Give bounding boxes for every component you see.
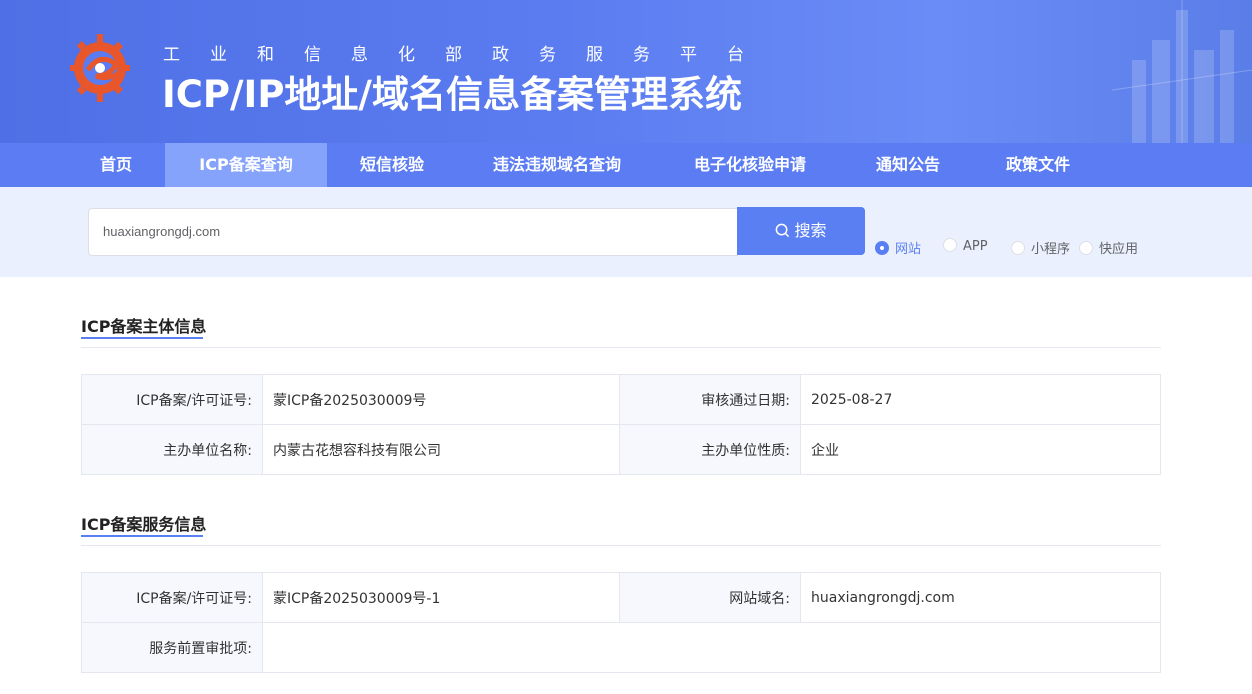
nav-electronic-verify-apply[interactable]: 电子化核验申请 (672, 143, 828, 187)
system-title: ICP/IP地址/域名信息备案管理系统 (162, 73, 742, 116)
city-skyline-decoration (1112, 0, 1252, 143)
section-underline (81, 535, 203, 537)
radio-quick-app-label: 快应用 (1099, 242, 1139, 257)
platform-subtitle: 工业和信息化部政务服务平台 (163, 45, 774, 65)
site-header: 工业和信息化部政务服务平台 ICP/IP地址/域名信息备案管理系统 (0, 0, 1252, 143)
table-row: ICP备案/许可证号: 蒙ICP备2025030009号 审核通过日期: 202… (81, 374, 1161, 425)
main-nav: 首页 ICP备案查询 短信核验 违法违规域名查询 电子化核验申请 通知公告 政策… (0, 143, 1252, 187)
radio-mini-program[interactable]: 小程序 (1011, 238, 1071, 257)
subject-info-table: ICP备案/许可证号: 蒙ICP备2025030009号 审核通过日期: 202… (81, 374, 1161, 475)
search-icon (776, 223, 790, 238)
value-organizer-type: 企业 (800, 424, 1161, 475)
search-input[interactable]: huaxiangrongdj.com (88, 208, 738, 256)
radio-website[interactable]: 网站 (875, 238, 922, 257)
label-organizer-type: 主办单位性质: (619, 424, 801, 475)
label-license-no: ICP备案/许可证号: (81, 374, 263, 425)
section-underline (81, 337, 203, 339)
radio-website-label: 网站 (895, 242, 922, 257)
label-service-license-no: ICP备案/许可证号: (81, 572, 263, 623)
radio-quick-app[interactable]: 快应用 (1079, 238, 1139, 257)
nav-icp-query[interactable]: ICP备案查询 (165, 143, 327, 187)
section-divider (81, 347, 1161, 348)
label-organizer-name: 主办单位名称: (81, 424, 263, 475)
nav-notices[interactable]: 通知公告 (856, 143, 960, 187)
search-button-label: 搜索 (794, 221, 827, 240)
table-row: ICP备案/许可证号: 蒙ICP备2025030009号-1 网站域名: hua… (81, 572, 1161, 623)
radio-app-label: APP (963, 239, 988, 254)
service-info-table: ICP备案/许可证号: 蒙ICP备2025030009号-1 网站域名: hua… (81, 572, 1161, 673)
label-pre-approval: 服务前置审批项: (81, 622, 263, 673)
value-license-no: 蒙ICP备2025030009号 (262, 374, 620, 425)
value-website-domain: huaxiangrongdj.com (800, 572, 1161, 623)
section-title-service: ICP备案服务信息 (81, 515, 207, 534)
miit-logo-icon (70, 34, 130, 102)
value-pre-approval (262, 622, 1161, 673)
nav-policy-docs[interactable]: 政策文件 (986, 143, 1090, 187)
radio-unchecked-icon (943, 238, 957, 252)
radio-unchecked-icon (1079, 241, 1093, 255)
label-approval-date: 审核通过日期: (619, 374, 801, 425)
radio-checked-icon (875, 241, 889, 255)
radio-unchecked-icon (1011, 241, 1025, 255)
section-title-subject: ICP备案主体信息 (81, 317, 207, 336)
nav-illegal-domain-query[interactable]: 违法违规域名查询 (470, 143, 644, 187)
value-organizer-name: 内蒙古花想容科技有限公司 (262, 424, 620, 475)
nav-sms-verify[interactable]: 短信核验 (340, 143, 444, 187)
label-website-domain: 网站域名: (619, 572, 801, 623)
search-area: huaxiangrongdj.com 搜索 网站 APP 小程序 快应用 (0, 187, 1252, 277)
value-approval-date: 2025-08-27 (800, 374, 1161, 425)
section-divider (81, 545, 1161, 546)
nav-home[interactable]: 首页 (80, 143, 152, 187)
radio-app[interactable]: APP (943, 238, 988, 256)
table-row: 服务前置审批项: (81, 622, 1161, 673)
radio-mini-program-label: 小程序 (1031, 242, 1071, 257)
search-button[interactable]: 搜索 (737, 207, 865, 255)
value-service-license-no: 蒙ICP备2025030009号-1 (262, 572, 620, 623)
table-row: 主办单位名称: 内蒙古花想容科技有限公司 主办单位性质: 企业 (81, 424, 1161, 475)
